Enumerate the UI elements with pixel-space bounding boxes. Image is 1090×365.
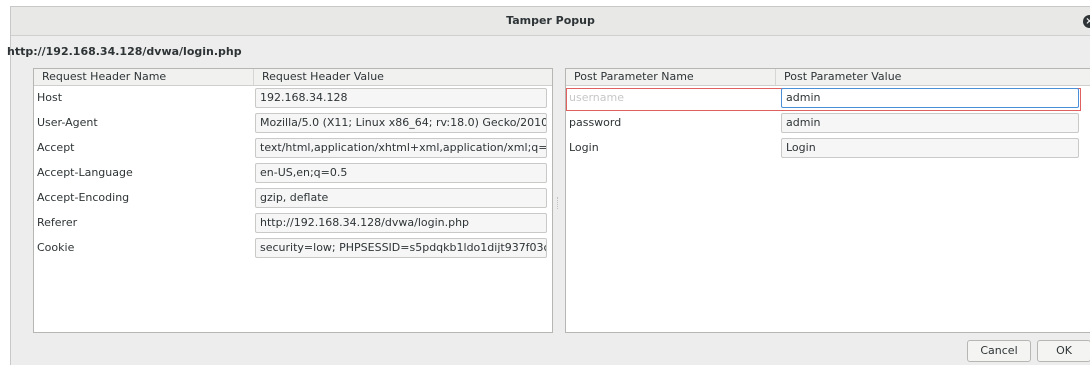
header-value-field[interactable]: 192.168.34.128 [255,88,547,108]
column-header-request-header-name[interactable]: Request Header Name [34,69,254,86]
param-name: password [569,116,622,129]
header-name: Accept-Language [37,166,133,179]
header-name: Referer [37,216,78,229]
table-row[interactable]: User-Agent Mozilla/5.0 (X11; Linux x86_6… [34,112,552,136]
title-bar: Tamper Popup × [11,7,1090,36]
ok-button[interactable]: OK [1037,340,1090,362]
param-name: Login [569,141,599,154]
column-header-post-parameter-value[interactable]: Post Parameter Value [776,69,1090,86]
header-value-field[interactable]: http://192.168.34.128/dvwa/login.php [255,213,547,233]
table-row[interactable]: password admin [566,112,1090,136]
header-name: Cookie [37,241,75,254]
header-value-field[interactable]: gzip, deflate [255,188,547,208]
table-row[interactable]: Accept text/html,application/xhtml+xml,a… [34,137,552,161]
table-row-selected[interactable]: username admin [566,87,1090,111]
table-row[interactable]: Accept-Encoding gzip, deflate [34,187,552,211]
header-name: Host [37,91,63,104]
param-value-field[interactable]: admin [781,113,1079,133]
table-row[interactable]: Referer http://192.168.34.128/dvwa/login… [34,212,552,236]
header-name: Accept [37,141,75,154]
post-parameters-table: Post Parameter Name Post Parameter Value… [565,68,1090,333]
column-header-post-parameter-name[interactable]: Post Parameter Name [566,69,776,86]
close-icon[interactable]: × [1083,15,1090,28]
table-row[interactable]: Cookie security=low; PHPSESSID=s5pdqkb1l… [34,237,552,261]
header-value-field[interactable]: Mozilla/5.0 (X11; Linux x86_64; rv:18.0)… [255,113,547,133]
param-value-field[interactable]: admin [781,88,1079,108]
header-name: User-Agent [37,116,98,129]
request-headers-table: Request Header Name Request Header Value… [33,68,553,333]
column-header-request-header-value[interactable]: Request Header Value [254,69,552,86]
request-url: http://192.168.34.128/dvwa/login.php [7,45,242,58]
table-row[interactable]: Host 192.168.34.128 [34,87,552,111]
header-name: Accept-Encoding [37,191,130,204]
header-value-field[interactable]: security=low; PHPSESSID=s5pdqkb1ldo1dijt… [255,238,547,258]
cancel-button[interactable]: Cancel [967,340,1031,362]
param-name: username [569,91,624,104]
tamper-popup-window: Tamper Popup × http://192.168.34.128/dvw… [7,6,1090,365]
table-row[interactable]: Login Login [566,137,1090,161]
table-row[interactable]: Accept-Language en-US,en;q=0.5 [34,162,552,186]
panel-splitter[interactable] [557,197,561,209]
window-title: Tamper Popup [506,14,595,27]
param-value-field[interactable]: Login [781,138,1079,158]
header-value-field[interactable]: en-US,en;q=0.5 [255,163,547,183]
header-value-field[interactable]: text/html,application/xhtml+xml,applicat… [255,138,547,158]
